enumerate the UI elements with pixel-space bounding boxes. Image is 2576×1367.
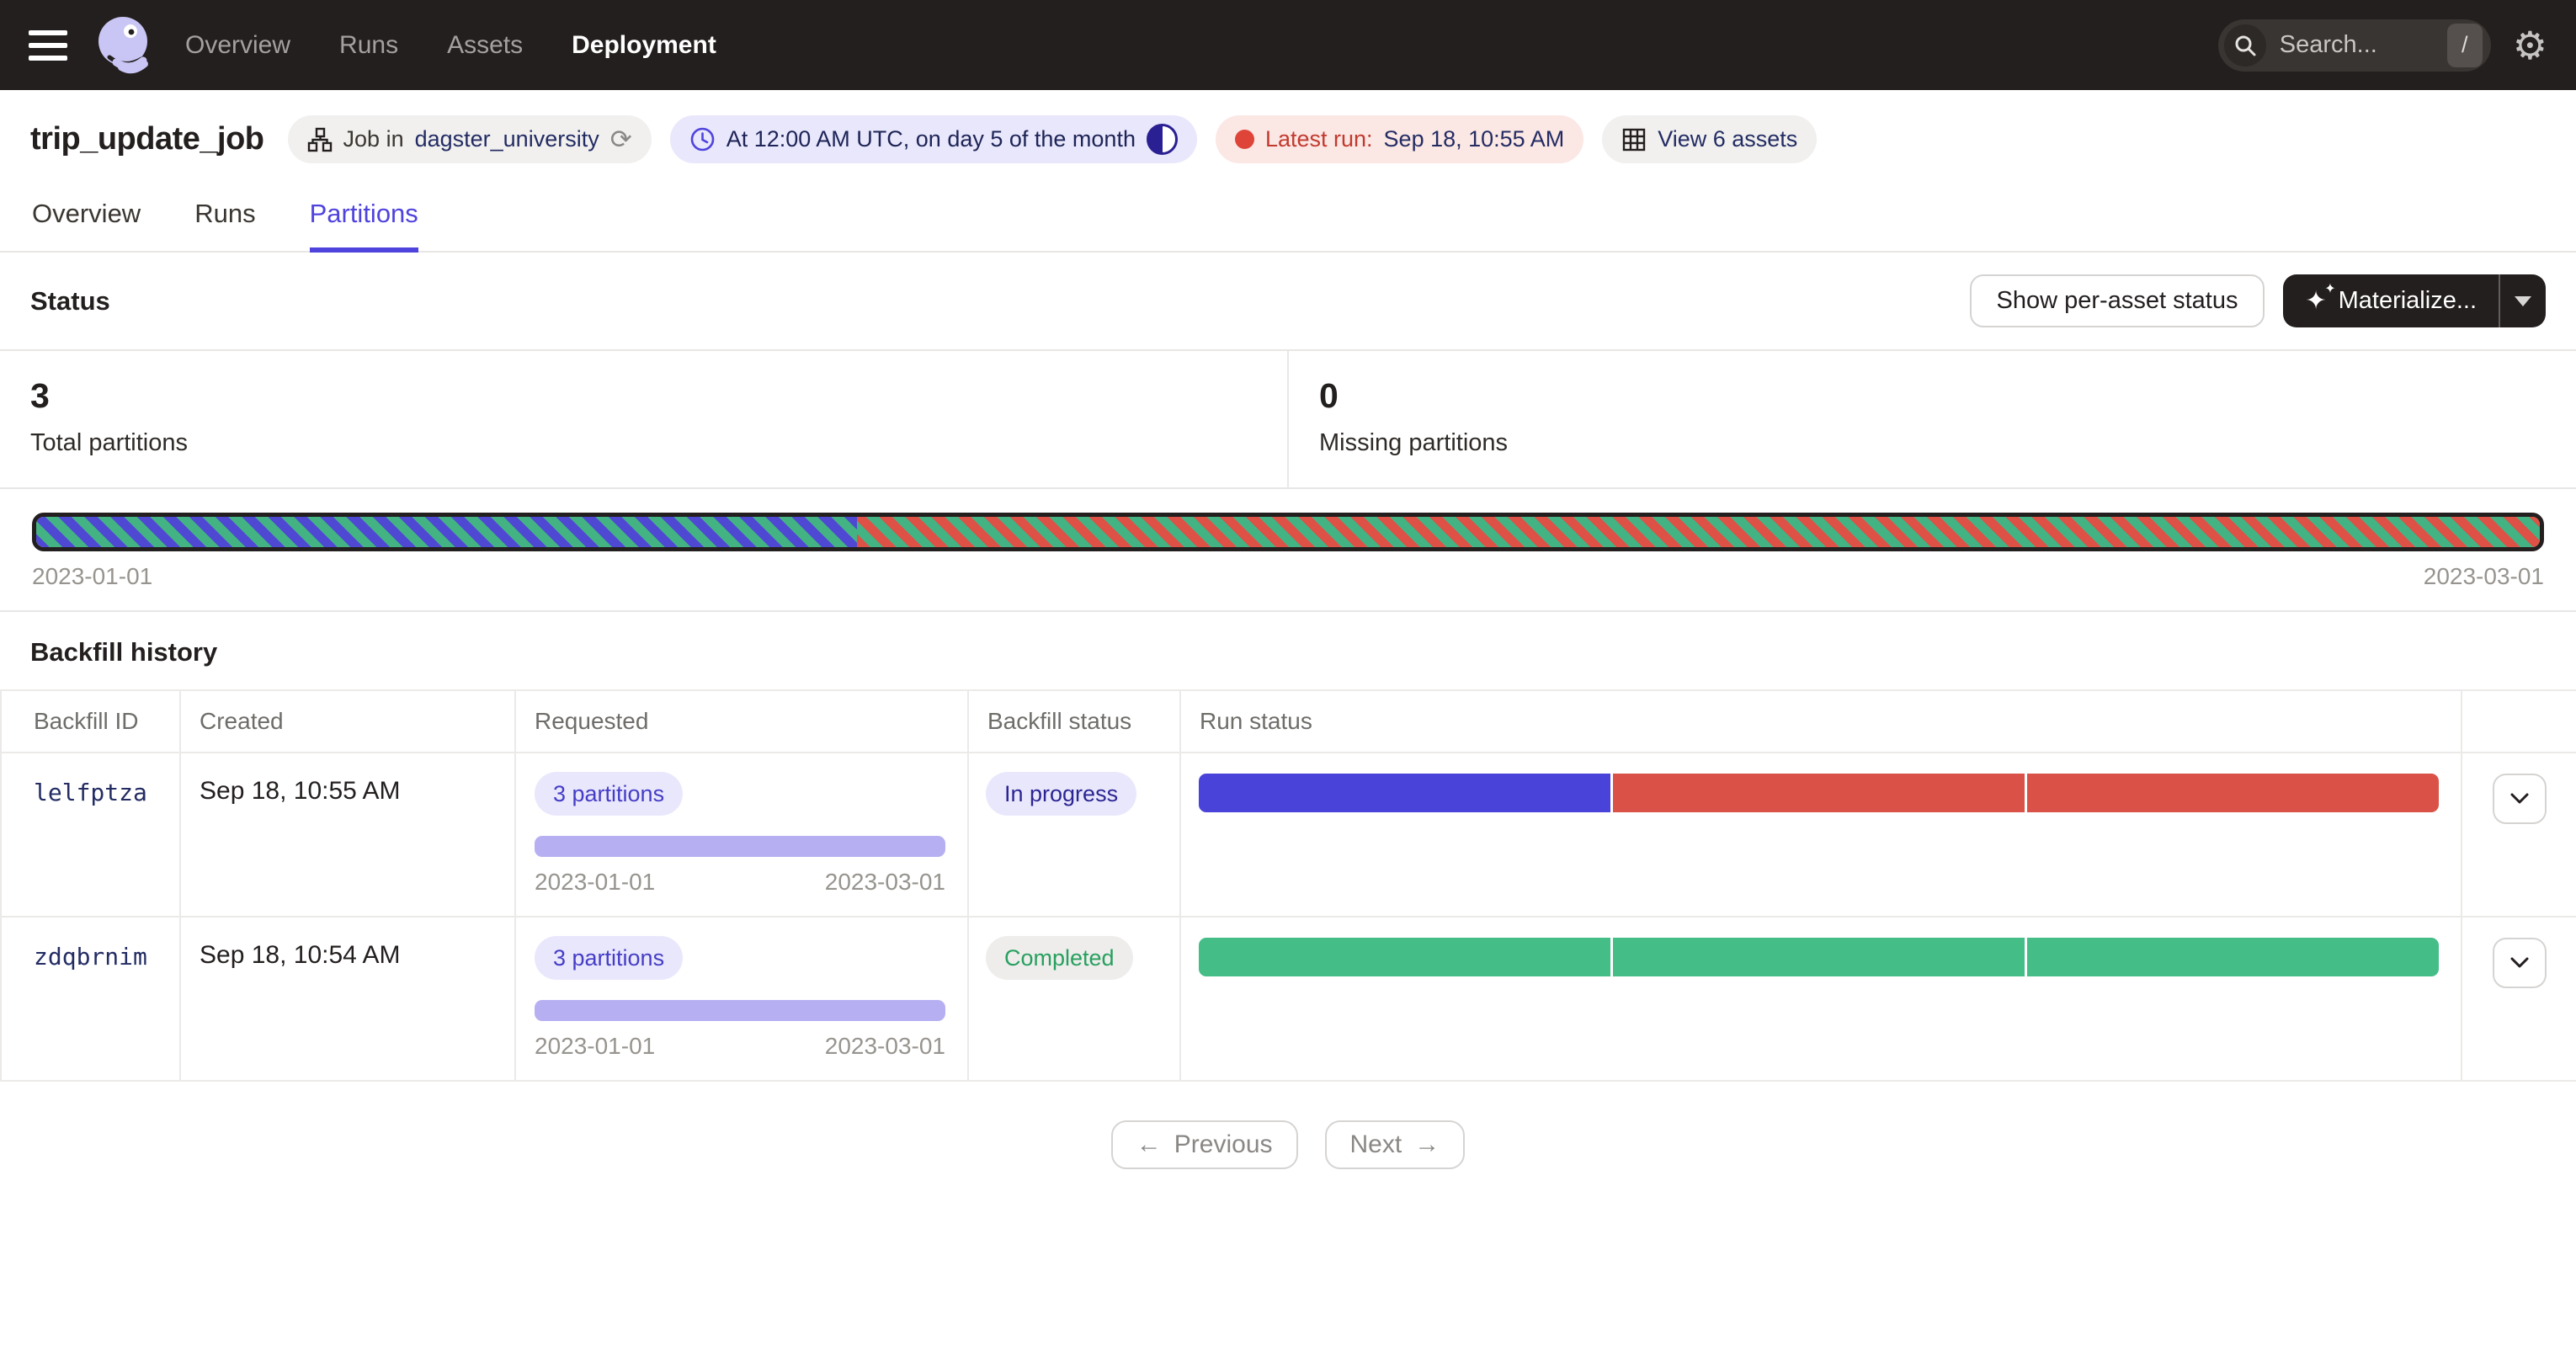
view-assets-link[interactable]: View 6 assets [1658,126,1797,152]
nav-item-overview[interactable]: Overview [185,31,290,60]
previous-page-button[interactable]: ← Previous [1111,1120,1298,1169]
backfill-created: Sep 18, 10:54 AM [179,918,514,1080]
top-nav: Overview Runs Assets Deployment Search..… [0,0,2576,90]
hamburger-menu-icon[interactable] [29,30,67,61]
settings-gear-icon[interactable]: ⚙ [2513,26,2547,65]
backfill-row: zdqbrnim Sep 18, 10:54 AM 3 partitions 2… [2,916,2576,1080]
requested-partitions-pill[interactable]: 3 partitions [535,936,683,980]
materialize-button-group: ✦✦ Materialize... [2283,274,2546,327]
show-per-asset-status-button[interactable]: Show per-asset status [1970,274,2265,327]
next-label: Next [1350,1130,1402,1159]
nav-item-assets[interactable]: Assets [447,31,523,60]
run-status-dot-icon [1235,130,1254,149]
dagster-logo-icon[interactable] [93,13,157,77]
requested-range-bar [535,1000,945,1021]
search-input[interactable]: Search... / [2218,19,2491,72]
repository-link[interactable]: dagster_university [415,126,599,152]
pagination: ← Previous Next → [0,1082,2576,1208]
latest-run-pill: Latest run: Sep 18, 10:55 AM [1216,115,1583,163]
backfill-requested-cell: 3 partitions 2023-01-01 2023-03-01 [514,753,967,916]
job-location-pill: Job in dagster_university ⟳ [288,115,652,163]
stat-value: 0 [1319,376,2546,416]
previous-label: Previous [1174,1130,1273,1159]
next-page-button[interactable]: Next → [1325,1120,1466,1169]
stat-missing-partitions: 0 Missing partitions [1287,351,2576,487]
job-header: trip_update_job Job in dagster_universit… [0,90,2576,182]
col-run-status: Run status [1179,691,2461,752]
backfill-status-badge: Completed [986,936,1133,980]
run-status-bar[interactable] [1199,938,2439,976]
partition-stats: 3 Total partitions 0 Missing partitions [0,349,2576,489]
backfill-id-link[interactable]: lelfptza [34,779,147,806]
backfill-id-link[interactable]: zdqbrnim [34,943,147,971]
requested-range-end: 2023-03-01 [825,869,945,896]
partition-range-start: 2023-01-01 [32,563,152,590]
backfill-table: Backfill ID Created Requested Backfill s… [0,689,2576,1082]
status-section-header: Status Show per-asset status ✦✦ Material… [0,253,2576,349]
backfill-history-heading: Backfill history [30,637,217,667]
search-placeholder: Search... [2280,31,2434,59]
view-assets-pill[interactable]: View 6 assets [1602,115,1817,163]
latest-run-label: Latest run: [1265,126,1373,152]
clock-icon [689,126,716,152]
arrow-left-icon: ← [1136,1130,1162,1159]
refresh-icon[interactable]: ⟳ [610,126,632,152]
backfill-row: lelfptza Sep 18, 10:55 AM 3 partitions 2… [2,752,2576,916]
tab-partitions[interactable]: Partitions [310,199,418,253]
stat-value: 3 [30,376,1257,416]
expand-row-button[interactable] [2493,938,2547,988]
stat-label: Missing partitions [1319,429,2546,457]
nav-item-runs[interactable]: Runs [339,31,398,60]
col-actions [2461,691,2576,752]
requested-range-start: 2023-01-01 [535,1033,655,1060]
stat-label: Total partitions [30,429,1257,457]
col-requested: Requested [514,691,967,752]
requested-range-start: 2023-01-01 [535,869,655,896]
chevron-down-icon [2509,956,2530,970]
chevron-down-icon [2509,792,2530,806]
partition-status-bar[interactable] [32,513,2544,551]
col-created: Created [179,691,514,752]
requested-range-bar [535,836,945,857]
stat-total-partitions: 3 Total partitions [0,351,1287,487]
materialize-label: Materialize... [2339,287,2477,315]
schedule-pill: At 12:00 AM UTC, on day 5 of the month [670,115,1197,163]
schedule-label: At 12:00 AM UTC, on day 5 of the month [726,126,1136,152]
search-shortcut-key: / [2447,24,2483,67]
sparkle-icon: ✦✦ [2305,289,2326,314]
backfill-table-header: Backfill ID Created Requested Backfill s… [2,691,2576,752]
requested-range-end: 2023-03-01 [825,1033,945,1060]
latest-run-time-link[interactable]: Sep 18, 10:55 AM [1384,126,1565,152]
arrow-right-icon: → [1414,1130,1440,1159]
partition-status-bar-section: 2023-01-01 2023-03-01 [0,489,2576,610]
partition-range-end: 2023-03-01 [2424,563,2544,590]
tab-overview[interactable]: Overview [32,199,141,251]
search-icon [2224,24,2266,66]
backfill-requested-cell: 3 partitions 2023-01-01 2023-03-01 [514,918,967,1080]
nav-links: Overview Runs Assets Deployment [185,31,716,60]
backfill-status-badge: In progress [986,772,1136,816]
col-backfill-status: Backfill status [967,691,1179,752]
backfill-created: Sep 18, 10:55 AM [179,753,514,916]
col-backfill-id: Backfill ID [2,691,179,752]
materialize-button[interactable]: ✦✦ Materialize... [2283,274,2499,327]
assets-grid-icon [1621,127,1647,152]
job-hierarchy-icon [307,127,333,152]
tab-runs[interactable]: Runs [194,199,255,251]
job-tabs: Overview Runs Partitions [0,182,2576,253]
page-title: trip_update_job [30,121,264,157]
status-heading: Status [30,286,110,316]
caret-down-icon [2515,296,2531,306]
requested-partitions-pill[interactable]: 3 partitions [535,772,683,816]
expand-row-button[interactable] [2493,774,2547,824]
nav-item-deployment[interactable]: Deployment [572,31,716,60]
run-status-bar[interactable] [1199,774,2439,812]
backfill-history-heading-row: Backfill history [0,610,2576,689]
materialize-dropdown-button[interactable] [2499,274,2546,327]
job-location-label: Job in [343,126,404,152]
schedule-toggle[interactable] [1147,124,1178,155]
